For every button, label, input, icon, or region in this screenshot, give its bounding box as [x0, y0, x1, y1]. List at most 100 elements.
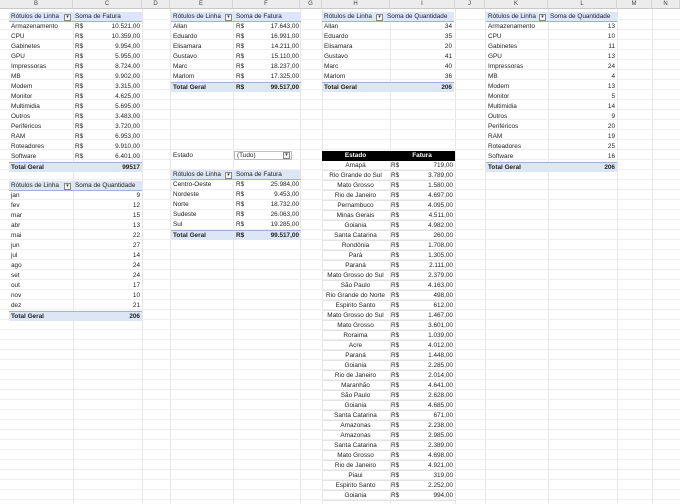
column-header-f[interactable]: F — [233, 0, 300, 9]
pivot_mes_quantidade-row-value[interactable]: 24 — [73, 271, 142, 281]
pivot_regiao_fatura-row-value[interactable]: 25.984,00 — [259, 180, 301, 190]
estado-table-row-estado[interactable]: Espirito Santo — [322, 301, 389, 311]
column-header-h[interactable]: H — [322, 0, 390, 9]
pivot_categoria_quantidade-row-label[interactable]: Periféricos — [486, 122, 548, 132]
pivot_vendedor_quantidade-row-value[interactable]: 36 — [385, 72, 454, 82]
pivot_mes_quantidade-row-value[interactable]: 10 — [73, 291, 142, 301]
estado-table-row-estado[interactable]: Rio Grande do Norte — [322, 291, 389, 301]
pivot_categoria_fatura-row-value[interactable]: 5.695,00 — [93, 102, 142, 112]
estado-table-row-estado[interactable]: Goiania — [322, 491, 389, 501]
pivot_categoria_fatura-row-label[interactable]: GPU — [9, 52, 73, 62]
pivot_vendedor_quantidade-row-label[interactable]: Marlom — [322, 72, 385, 82]
pivot_categoria_fatura-row-value[interactable]: 3.483,00 — [93, 112, 142, 122]
pivot_vendedor_quantidade-row-value[interactable]: 41 — [385, 52, 454, 62]
spreadsheet-grid[interactable]: B C D E F G H I J K L M N Rótulos de Linha ▾ Soma de Fa… — [0, 0, 680, 504]
pivot_categoria_quantidade-row-value[interactable]: 10 — [548, 32, 617, 42]
pivot_categoria_quantidade-row-value[interactable]: 24 — [548, 62, 617, 72]
pivot_vendedor_fatura-row-label[interactable]: Gustavo — [171, 52, 234, 62]
pivot_categoria_fatura-row-value[interactable]: 3.315,00 — [93, 82, 142, 92]
pivot_vendedor_fatura-row-value[interactable]: 17.643,00 — [259, 22, 301, 32]
column-header-j[interactable]: J — [455, 0, 485, 9]
estado-table-row-estado[interactable]: Santa Catarina — [322, 441, 389, 451]
pivot_categoria_fatura-row-label[interactable]: RAM — [9, 132, 73, 142]
pivot_categoria_quantidade-row-label[interactable]: Armazenamento — [486, 22, 548, 32]
pivot_vendedor_quantidade-row-value[interactable]: 40 — [385, 62, 454, 72]
estado-table-row-fatura[interactable]: 2.014,00 — [409, 371, 455, 381]
pivot_categoria_quantidade-row-label[interactable]: MB — [486, 72, 548, 82]
pivot_categoria_fatura-row-label[interactable]: Periféricos — [9, 122, 73, 132]
pivot_vendedor_quantidade-row-value[interactable]: 34 — [385, 22, 454, 32]
pivot_regiao_fatura-row-label[interactable]: Norte — [171, 200, 234, 210]
estado-table-row-estado[interactable]: Mato Grosso do Sul — [322, 271, 389, 281]
column-header-d[interactable]: D — [142, 0, 170, 9]
pivot_categoria_quantidade-row-value[interactable]: 13 — [548, 22, 617, 32]
pivot_categoria_fatura-row-value[interactable]: 6.953,00 — [93, 132, 142, 142]
pivot_vendedor_fatura-row-label[interactable]: Marlom — [171, 72, 234, 82]
pivot_vendedor_fatura-filter-dropdown-icon[interactable]: ▾ — [225, 13, 232, 21]
estado-table-row-estado[interactable]: Paraná — [322, 261, 389, 271]
estado-table-row-fatura[interactable]: 2.985,00 — [409, 431, 455, 441]
pivot_categoria_fatura-row-value[interactable]: 5.955,00 — [93, 52, 142, 62]
pivot_categoria_fatura-row-value[interactable]: 9.910,00 — [93, 142, 142, 152]
estado-table-row-estado[interactable]: Mato Grosso do Sul — [322, 311, 389, 321]
pivot_categoria_quantidade-row-value[interactable]: 25 — [548, 142, 617, 152]
pivot_categoria_fatura-row-label[interactable]: Software — [9, 152, 73, 162]
pivot_regiao_fatura-row-value[interactable]: 18.732,00 — [259, 200, 301, 210]
pivot_categoria_fatura-row-label[interactable]: Impressoras — [9, 62, 73, 72]
pivot_vendedor_fatura-row-label[interactable]: Eduardo — [171, 32, 234, 42]
pivot_regiao_fatura-row-value[interactable]: 9.453,00 — [259, 190, 301, 200]
pivot_vendedor_quantidade-row-label[interactable]: Marc — [322, 62, 385, 72]
pivot_categoria_fatura-row-value[interactable]: 4.625,00 — [93, 92, 142, 102]
estado-table-row-estado[interactable]: Goiania — [322, 361, 389, 371]
estado-table-row-fatura[interactable]: 4.095,00 — [409, 201, 455, 211]
pivot_mes_quantidade-row-value[interactable]: 17 — [73, 281, 142, 291]
pivot_categoria_quantidade-row-value[interactable]: 14 — [548, 102, 617, 112]
estado-table-row-fatura[interactable]: 4.698,00 — [409, 451, 455, 461]
estado-table-row-fatura[interactable]: 2.628,00 — [409, 391, 455, 401]
pivot_vendedor_quantidade-row-label[interactable]: Elisamara — [322, 42, 385, 52]
estado-table-row-estado[interactable]: Mato Grosso — [322, 451, 389, 461]
estado-table-row-fatura[interactable]: 612,00 — [409, 301, 455, 311]
estado-table-row-fatura[interactable]: 4.012,00 — [409, 341, 455, 351]
estado-table-row-estado[interactable]: Rondônia — [322, 241, 389, 251]
pivot_vendedor_quantidade-row-label[interactable]: Allan — [322, 22, 385, 32]
pivot_mes_quantidade-row-value[interactable]: 12 — [73, 201, 142, 211]
pivot_vendedor_fatura-row-label[interactable]: Allan — [171, 22, 234, 32]
estado-table-row-estado[interactable]: Santa Catarina — [322, 411, 389, 421]
column-header-e[interactable]: E — [170, 0, 233, 9]
estado-table-row-fatura[interactable]: 719,00 — [409, 161, 455, 171]
pivot_categoria_fatura-row-value[interactable]: 8.724,00 — [93, 62, 142, 72]
estado-table-row-estado[interactable]: Roraima — [322, 331, 389, 341]
estado-table-row-fatura[interactable]: 4.685,00 — [409, 401, 455, 411]
pivot_categoria_quantidade-row-value[interactable]: 16 — [548, 152, 617, 162]
pivot_mes_quantidade-row-value[interactable]: 14 — [73, 251, 142, 261]
pivot_categoria_fatura-row-label[interactable]: Outros — [9, 112, 73, 122]
pivot_vendedor_quantidade-row-label[interactable]: Eduardo — [322, 32, 385, 42]
estado-table-row-estado[interactable]: Mato Grosso — [322, 321, 389, 331]
pivot_categoria_quantidade-row-value[interactable]: 13 — [548, 82, 617, 92]
estado-table-row-fatura[interactable]: 994,00 — [409, 491, 455, 501]
column-header-m[interactable]: M — [617, 0, 652, 9]
pivot_mes_quantidade-row-label[interactable]: mai — [9, 231, 73, 241]
pivot_vendedor_quantidade-row-value[interactable]: 20 — [385, 42, 454, 52]
estado-table-row-estado[interactable]: Amazonas — [322, 421, 389, 431]
pivot_mes_quantidade-row-label[interactable]: nov — [9, 291, 73, 301]
column-header-k[interactable]: K — [485, 0, 548, 9]
pivot_mes_quantidade-row-label[interactable]: jan — [9, 191, 73, 201]
pivot_vendedor_fatura-row-value[interactable]: 16.991,00 — [259, 32, 301, 42]
estado-table-row-fatura[interactable]: 4.697,00 — [409, 191, 455, 201]
pivot_mes_quantidade-row-label[interactable]: ago — [9, 261, 73, 271]
pivot_regiao_fatura-filter-dropdown-icon[interactable]: ▾ — [225, 171, 232, 179]
estado-table-row-estado[interactable]: Piaui — [322, 471, 389, 481]
pivot_mes_quantidade-row-value[interactable]: 27 — [73, 241, 142, 251]
estado-table-row-estado[interactable]: Acre — [322, 341, 389, 351]
pivot_categoria_fatura-row-value[interactable]: 9.902,00 — [93, 72, 142, 82]
estado-table-row-estado[interactable]: Pará — [322, 251, 389, 261]
pivot_categoria_quantidade-row-value[interactable]: 5 — [548, 92, 617, 102]
pivot_categoria_fatura-row-label[interactable]: Modem — [9, 82, 73, 92]
pivot_categoria_fatura-row-value[interactable]: 9.954,00 — [93, 42, 142, 52]
pivot_regiao_fatura-row-label[interactable]: Nordeste — [171, 190, 234, 200]
column-header-c[interactable]: C — [73, 0, 142, 9]
pivot_categoria_quantidade-filter-dropdown-icon[interactable]: ▾ — [539, 13, 546, 21]
pivot_categoria_fatura-row-label[interactable]: CPU — [9, 32, 73, 42]
